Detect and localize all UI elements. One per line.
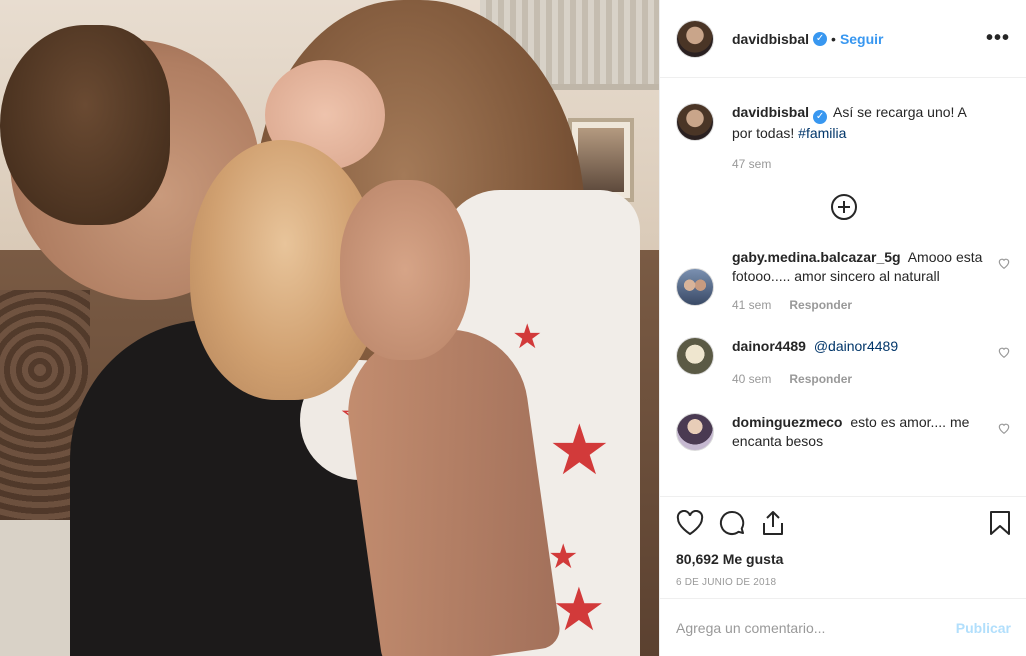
photo-man-hair (0, 25, 170, 225)
comment-mention-link[interactable]: @dainor4489 (814, 338, 898, 354)
caption: davidbisbal ✓ Así se recarga uno! A por to… (676, 103, 1011, 174)
post-sidebar: davidbisbal ✓ • Seguir ••• davidbisbal ✓ A… (659, 0, 1026, 656)
post-header: davidbisbal ✓ • Seguir ••• (660, 0, 1026, 78)
header-separator: • (831, 30, 836, 47)
comments-list[interactable]: davidbisbal ✓ Así se recarga uno! A por to… (660, 79, 1026, 495)
post-actions: 80,692 Me gusta 6 DE JUNIO DE 2018 (660, 496, 1026, 588)
caption-username[interactable]: davidbisbal (732, 104, 809, 120)
share-icon[interactable] (760, 509, 786, 537)
photo-man-hand (340, 180, 470, 360)
comment-like-heart-icon[interactable] (997, 421, 1011, 435)
comment-username[interactable]: dominguezmeco (732, 414, 842, 430)
caption-time: 47 sem (732, 157, 772, 171)
load-more-comments-icon[interactable] (830, 194, 857, 220)
comment-input[interactable]: Agrega un comentario... (676, 620, 825, 636)
photo-star: ★ (548, 538, 579, 576)
comment-like-heart-icon[interactable] (997, 256, 1011, 270)
publish-button[interactable]: Publicar (956, 620, 1011, 636)
comment-username[interactable]: dainor4489 (732, 338, 806, 354)
heart-icon[interactable] (676, 510, 704, 536)
caption-author-avatar[interactable] (676, 103, 714, 141)
post-photo[interactable]: ★ ★ ★ ★ ★ (0, 0, 659, 656)
comment-username[interactable]: gaby.medina.balcazar_5g (732, 249, 901, 265)
comment-item: gaby.medina.balcazar_5g Amooo esta fotoo… (676, 248, 1011, 315)
likes-count[interactable]: 80,692 Me gusta (676, 551, 1011, 567)
verified-badge-icon: ✓ (813, 110, 828, 124)
add-comment-bar: Agrega un comentario... Publicar (660, 598, 1026, 656)
follow-button[interactable]: Seguir (840, 31, 884, 47)
caption-hashtag-link[interactable]: #familia (798, 125, 846, 141)
photo-star: ★ (548, 411, 611, 489)
post-date[interactable]: 6 DE JUNIO DE 2018 (676, 577, 1011, 588)
comment-item: dainor4489 @dainor4489 40 sem Responder (676, 337, 1011, 389)
photo-star: ★ (512, 318, 543, 356)
comment-time: 41 sem (732, 298, 772, 312)
commenter-avatar[interactable] (676, 413, 714, 451)
bookmark-icon[interactable] (989, 510, 1011, 536)
verified-badge-icon: ✓ (813, 31, 828, 46)
reply-button[interactable]: Responder (789, 372, 852, 386)
author-username[interactable]: davidbisbal (732, 31, 809, 47)
commenter-avatar[interactable] (676, 337, 714, 375)
more-options-icon[interactable]: ••• (986, 27, 1010, 50)
comment-time: 40 sem (732, 372, 772, 386)
commenter-avatar[interactable] (676, 268, 714, 306)
reply-button[interactable]: Responder (789, 298, 852, 312)
photo-star: ★ (552, 576, 606, 643)
comment-item: dominguezmeco esto es amor.... me encant… (676, 413, 1011, 451)
author-avatar[interactable] (676, 19, 714, 58)
comment-icon[interactable] (718, 509, 746, 537)
comment-like-heart-icon[interactable] (997, 345, 1011, 359)
